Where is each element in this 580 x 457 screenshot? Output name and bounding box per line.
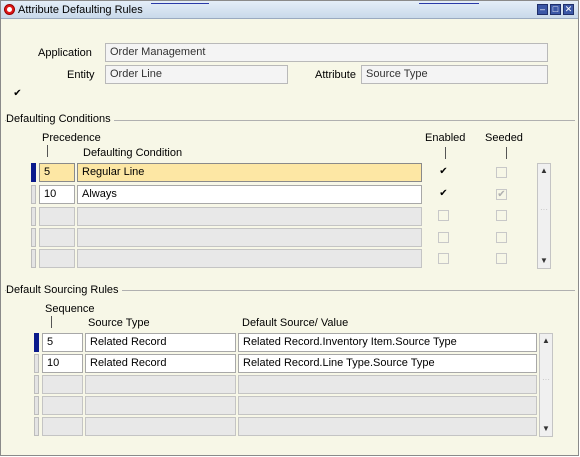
title-link-underline [151,0,209,4]
default-value-cell[interactable]: Related Record.Inventory Item.Source Typ… [238,333,537,352]
sequence-cell[interactable] [42,375,83,394]
conditions-scrollbar[interactable]: ▲ ··· ▼ [537,163,551,269]
default-value-cell[interactable] [238,375,537,394]
condition-cell[interactable] [77,249,422,268]
default-value-cell[interactable]: Related Record.Line Type.Source Type [238,354,537,373]
seeded-checkbox [496,232,507,243]
minimize-button[interactable]: – [537,4,548,15]
condition-cell[interactable]: Always [77,185,422,204]
condition-cell[interactable] [77,228,422,247]
scroll-grip-icon[interactable]: ··· [540,206,548,222]
column-tick [51,316,52,328]
precedence-cell[interactable]: 10 [39,185,75,204]
default-value-cell[interactable] [238,396,537,415]
source-type-cell[interactable]: Related Record [85,354,236,373]
application-label: Application [38,47,92,59]
enabled-checkbox [438,253,449,264]
application-field[interactable]: Order Management [105,43,548,62]
sequence-header: Sequence [45,303,95,315]
attribute-field[interactable]: Source Type [361,65,548,84]
column-tick [47,145,48,157]
column-tick [506,147,507,159]
title-link-underline [419,0,479,4]
row-indicator[interactable] [31,207,36,226]
scroll-up-icon[interactable]: ▲ [540,334,552,348]
seeded-checkbox [496,167,507,178]
condition-cell[interactable] [77,207,422,226]
source-type-cell[interactable] [85,375,236,394]
window-title: Attribute Defaulting Rules [18,4,143,16]
defaulting-conditions-title: Defaulting Conditions [6,113,114,125]
header-checkbox[interactable]: ✔ [12,89,23,100]
source-type-cell[interactable] [85,396,236,415]
default-value-header: Default Source/ Value [242,317,349,329]
defaulting-condition-header: Defaulting Condition [83,147,183,159]
precedence-cell[interactable]: 5 [39,163,75,182]
scroll-down-icon[interactable]: ▼ [538,254,550,268]
enabled-checkbox [438,210,449,221]
seeded-header: Seeded [485,132,523,144]
attribute-label: Attribute [315,69,356,81]
precedence-cell[interactable] [39,207,75,226]
row-indicator[interactable] [31,163,36,182]
maximize-button[interactable]: □ [550,4,561,15]
sequence-cell[interactable]: 5 [42,333,83,352]
column-tick [445,147,446,159]
enabled-checkbox [438,232,449,243]
sequence-cell[interactable] [42,396,83,415]
precedence-cell[interactable] [39,228,75,247]
row-indicator[interactable] [31,228,36,247]
seeded-checkbox: ✔ [496,189,507,200]
scroll-up-icon[interactable]: ▲ [538,164,550,178]
row-indicator[interactable] [34,417,39,436]
title-bar[interactable]: Attribute Defaulting Rules – □ ✕ [1,1,578,19]
enabled-header: Enabled [425,132,466,144]
row-indicator[interactable] [34,333,39,352]
entity-label: Entity [67,69,95,81]
row-indicator[interactable] [34,354,39,373]
scroll-grip-icon[interactable]: ··· [542,376,550,392]
default-sourcing-rules-title: Default Sourcing Rules [6,284,122,296]
close-button[interactable]: ✕ [563,4,574,15]
oracle-app-icon [4,4,15,15]
row-indicator[interactable] [31,249,36,268]
attribute-defaulting-rules-window: Attribute Defaulting Rules – □ ✕ Applica… [0,0,579,456]
source-type-cell[interactable] [85,417,236,436]
precedence-cell[interactable] [39,249,75,268]
enabled-checkbox[interactable]: ✔ [438,189,449,200]
sequence-cell[interactable]: 10 [42,354,83,373]
seeded-checkbox [496,210,507,221]
precedence-header: Precedence [42,132,101,144]
entity-field[interactable]: Order Line [105,65,288,84]
seeded-checkbox [496,253,507,264]
condition-cell[interactable]: Regular Line [77,163,422,182]
source-type-cell[interactable]: Related Record [85,333,236,352]
source-type-header: Source Type [88,317,150,329]
sourcing-scrollbar[interactable]: ▲ ··· ▼ [539,333,553,437]
row-indicator[interactable] [34,396,39,415]
row-indicator[interactable] [31,185,36,204]
row-indicator[interactable] [34,375,39,394]
default-value-cell[interactable] [238,417,537,436]
scroll-down-icon[interactable]: ▼ [540,422,552,436]
sequence-cell[interactable] [42,417,83,436]
enabled-checkbox[interactable]: ✔ [438,167,449,178]
